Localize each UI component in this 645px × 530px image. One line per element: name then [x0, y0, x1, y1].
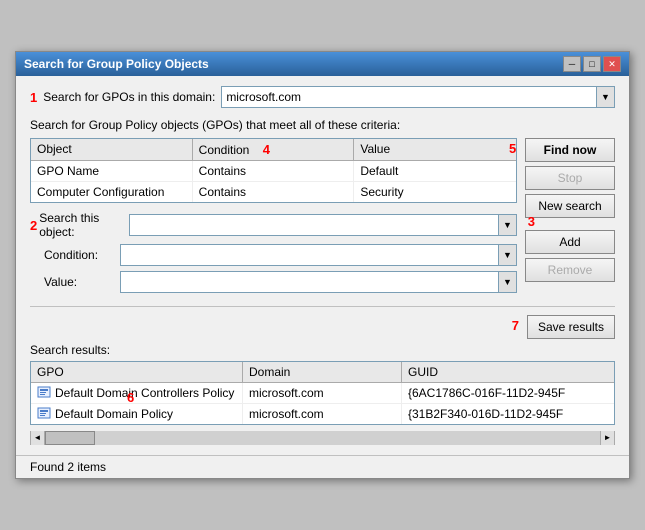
maximize-button[interactable]: □	[583, 56, 601, 72]
scroll-right-button[interactable]: ►	[600, 431, 614, 445]
result2-domain: microsoft.com	[243, 404, 402, 424]
search-object-dropdown-arrow[interactable]: ▼	[499, 214, 517, 236]
value-row: Value: ▼	[30, 271, 517, 293]
dialog-content: 1 Search for GPOs in this domain: ▼ Sear…	[16, 76, 629, 455]
annotation-1: 1	[30, 90, 37, 105]
annotation-3: 3	[528, 214, 535, 229]
results-table-header: GPO Domain GUID	[31, 362, 614, 383]
annotation-4: 4	[263, 142, 270, 157]
scroll-track[interactable]	[45, 431, 600, 445]
main-window: Search for Group Policy Objects ─ □ ✕ 1 …	[15, 51, 630, 479]
right-panel: 5 Find now Stop New search Add Remove	[525, 138, 615, 298]
table-row: Computer Configuration Contains Security	[31, 182, 516, 202]
domain-row: 1 Search for GPOs in this domain: ▼	[30, 86, 615, 108]
result-row-1[interactable]: Default Domain Controllers Policy 6 micr…	[31, 383, 614, 404]
criteria-table-header: Object Condition 4 Value	[31, 139, 516, 161]
title-bar: Search for Group Policy Objects ─ □ ✕	[16, 52, 629, 76]
result2-guid: {31B2F340-016D-11D2-945F	[402, 404, 614, 424]
annotation-5: 5	[509, 141, 516, 156]
domain-input[interactable]	[221, 86, 597, 108]
find-now-button[interactable]: Find now	[525, 138, 615, 162]
annotation-2: 2	[30, 218, 37, 233]
condition-dropdown-arrow[interactable]: ▼	[499, 244, 517, 266]
row1-condition: Contains	[193, 161, 355, 181]
results-label: Search results:	[30, 343, 615, 357]
condition-row: Condition: ▼	[30, 244, 517, 266]
results-col-guid: GUID	[402, 362, 614, 382]
status-bar: Found 2 items	[16, 455, 629, 478]
save-results-row: 7 Save results	[30, 315, 615, 339]
main-area: Object Condition 4 Value GPO Name Contai…	[30, 138, 615, 298]
condition-combo: ▼	[120, 244, 517, 266]
close-button[interactable]: ✕	[603, 56, 621, 72]
row1-value: Default	[354, 161, 516, 181]
results-col-domain: Domain	[243, 362, 402, 382]
condition-label: Condition:	[30, 248, 120, 262]
annotation-7: 7	[512, 318, 519, 333]
scroll-left-button[interactable]: ◄	[31, 431, 45, 445]
divider	[30, 306, 615, 307]
search-object-row: 2 Search this object: ▼ 3	[30, 211, 517, 239]
annotation-6: 6	[127, 390, 134, 403]
col-header-value: Value	[354, 139, 516, 160]
remove-button[interactable]: Remove	[525, 258, 615, 282]
minimize-button[interactable]: ─	[563, 56, 581, 72]
results-col-gpo: GPO	[31, 362, 243, 382]
row1-object: GPO Name	[31, 161, 193, 181]
value-dropdown-arrow[interactable]: ▼	[499, 271, 517, 293]
horizontal-scrollbar[interactable]: ◄ ►	[30, 431, 615, 445]
row2-condition: Contains	[193, 182, 355, 202]
results-table: GPO Domain GUID Default Domain Controlle…	[30, 361, 615, 425]
add-button[interactable]: Add	[525, 230, 615, 254]
left-panel: Object Condition 4 Value GPO Name Contai…	[30, 138, 517, 298]
result1-domain: microsoft.com	[243, 383, 402, 403]
row2-object: Computer Configuration	[31, 182, 193, 202]
result1-gpo: Default Domain Controllers Policy 6	[31, 383, 243, 403]
domain-combo: ▼	[221, 86, 615, 108]
search-object-input[interactable]	[129, 214, 499, 236]
search-object-label: Search this object:	[39, 211, 129, 239]
value-label: Value:	[30, 275, 120, 289]
status-text: Found 2 items	[30, 460, 106, 474]
new-search-button[interactable]: New search	[525, 194, 615, 218]
scroll-thumb[interactable]	[45, 431, 95, 445]
value-input[interactable]	[120, 271, 499, 293]
value-combo: ▼	[120, 271, 517, 293]
result2-gpo: Default Domain Policy	[31, 404, 243, 424]
row2-value: Security	[354, 182, 516, 202]
criteria-label: Search for Group Policy objects (GPOs) t…	[30, 118, 615, 132]
condition-input[interactable]	[120, 244, 499, 266]
domain-label: Search for GPOs in this domain:	[43, 90, 215, 104]
result1-guid: {6AC1786C-016F-11D2-945F	[402, 383, 614, 403]
gpo-icon-2	[37, 407, 51, 421]
col-header-condition: Condition 4	[193, 139, 355, 160]
stop-button[interactable]: Stop	[525, 166, 615, 190]
save-results-button[interactable]: Save results	[527, 315, 615, 339]
col-header-object: Object	[31, 139, 193, 160]
domain-dropdown-arrow[interactable]: ▼	[597, 86, 615, 108]
window-controls: ─ □ ✕	[563, 56, 621, 72]
search-object-combo: ▼	[129, 214, 517, 236]
window-title: Search for Group Policy Objects	[24, 57, 209, 71]
result-row-2[interactable]: Default Domain Policy microsoft.com {31B…	[31, 404, 614, 424]
table-row: GPO Name Contains Default	[31, 161, 516, 182]
criteria-table: Object Condition 4 Value GPO Name Contai…	[30, 138, 517, 203]
gpo-icon-1	[37, 386, 51, 400]
find-now-container: 5 Find now	[525, 138, 615, 162]
